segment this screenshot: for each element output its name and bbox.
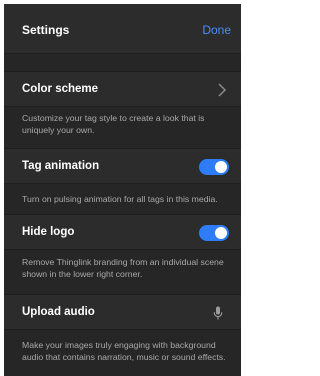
tag-animation-toggle[interactable] [199, 159, 229, 175]
upload-audio-description: Make your images truly engaging with bac… [22, 340, 226, 362]
page-title: Settings [22, 23, 70, 37]
upload-audio-label: Upload audio [22, 306, 95, 318]
hide-logo-row: Hide logo [4, 214, 241, 250]
toggle-knob [215, 161, 227, 173]
microphone-icon[interactable] [213, 306, 223, 320]
chevron-right-icon[interactable] [217, 83, 227, 97]
done-button[interactable]: Done [202, 23, 231, 37]
tag-animation-label: Tag animation [22, 160, 100, 172]
tag-animation-description: Turn on pulsing animation for all tags i… [22, 194, 218, 204]
settings-header: Settings Done [4, 4, 241, 54]
color-scheme-row[interactable]: Color scheme [4, 71, 241, 107]
hide-logo-label: Hide logo [22, 226, 75, 238]
color-scheme-description: Customize your tag style to create a loo… [22, 113, 205, 135]
settings-panel: Settings Done Color scheme Customize you… [4, 4, 241, 376]
hide-logo-toggle[interactable] [199, 225, 229, 241]
tag-animation-row: Tag animation [4, 148, 241, 184]
color-scheme-label: Color scheme [22, 83, 99, 95]
toggle-knob [215, 227, 227, 239]
hide-logo-description: Remove Thinglink branding from an indivi… [22, 257, 224, 279]
upload-audio-row[interactable]: Upload audio [4, 294, 241, 330]
